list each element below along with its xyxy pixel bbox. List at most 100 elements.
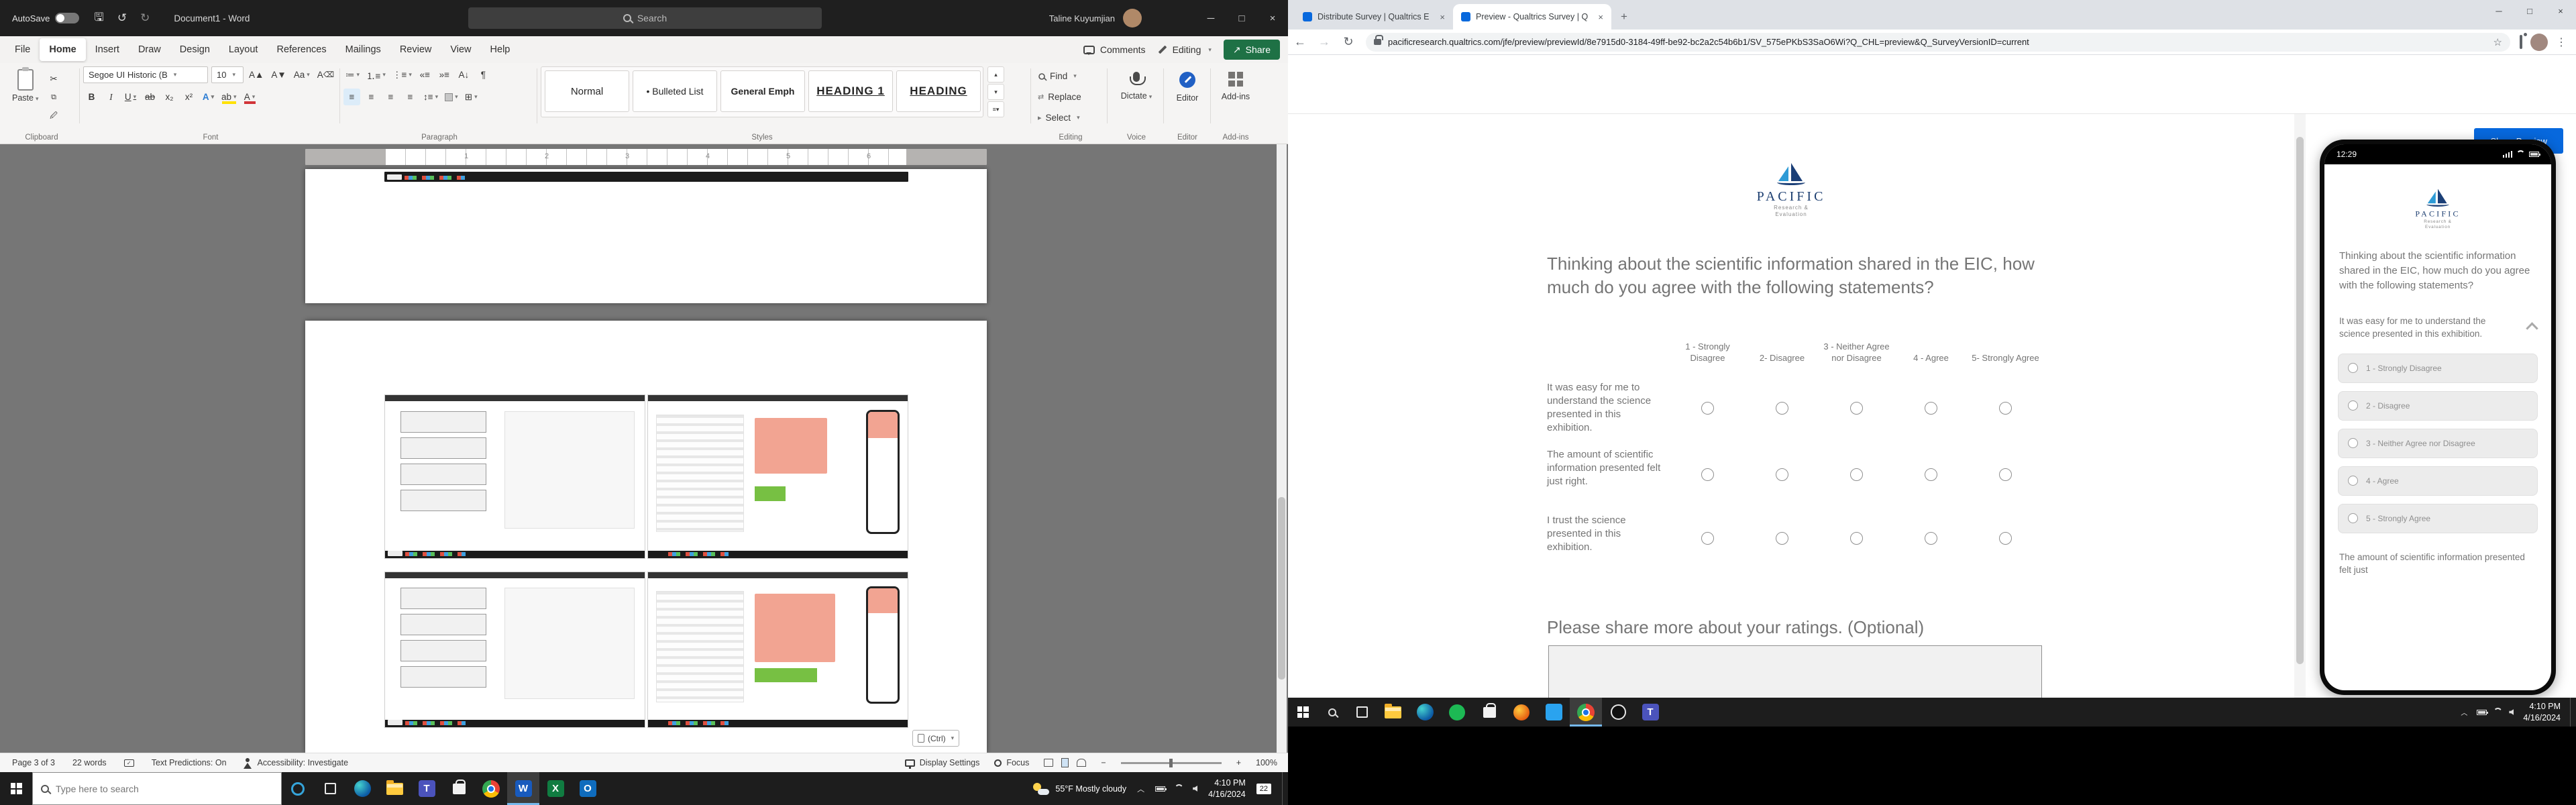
tab-references[interactable]: References [267, 38, 335, 61]
share-button[interactable]: ↗ Share [1224, 40, 1280, 60]
styles-scroll-up-button[interactable]: ▴ [987, 66, 1004, 83]
volume-icon[interactable] [1193, 786, 1197, 792]
format-painter-button[interactable]: 🖉 [46, 108, 62, 125]
embedded-screenshot-image-1[interactable] [384, 394, 908, 559]
numbering-button[interactable]: ⒈≡▾ [364, 66, 388, 83]
styles-more-button[interactable]: ≡▾ [987, 101, 1004, 117]
profile-avatar[interactable] [2530, 34, 2548, 51]
tab-layout[interactable]: Layout [219, 38, 268, 61]
phone-option-4[interactable]: 4 - Agree [2338, 466, 2538, 496]
tab-view[interactable]: View [441, 38, 480, 61]
sort-button[interactable]: A↓ [455, 66, 472, 83]
radio-icon[interactable] [1999, 532, 2012, 545]
italic-button[interactable]: I [103, 89, 119, 105]
font-size-combobox[interactable]: 10▾ [211, 66, 244, 83]
wifi-icon[interactable] [1175, 784, 1183, 793]
reload-button[interactable]: ↻ [1336, 35, 1360, 49]
notification-badge[interactable]: 22 [1256, 784, 1271, 794]
radio-icon[interactable] [1701, 532, 1714, 545]
radio-icon[interactable] [1999, 402, 2012, 415]
zoom-out-button[interactable]: − [1101, 758, 1106, 767]
taskbar-app-store[interactable] [443, 772, 475, 805]
autosave-toggle[interactable] [55, 13, 79, 23]
find-button[interactable]: Find▾ [1036, 68, 1106, 85]
taskbar-app-file-explorer[interactable] [378, 772, 411, 805]
align-left-button[interactable]: ≡ [343, 89, 360, 105]
radio-icon[interactable] [1850, 468, 1863, 481]
taskbar-app-vscode[interactable] [1538, 698, 1570, 727]
wifi-icon[interactable] [2493, 708, 2502, 716]
shrink-font-button[interactable]: A▼ [269, 66, 288, 83]
tab-review[interactable]: Review [390, 38, 441, 61]
taskbar-app-store[interactable] [1473, 698, 1505, 727]
copy-button[interactable]: ⧉ [46, 89, 62, 106]
clear-formatting-button[interactable]: A⌫ [315, 66, 336, 83]
taskbar-app-excel[interactable]: X [539, 772, 572, 805]
tray-expand-icon[interactable]: ︿ [1137, 784, 1144, 794]
minimize-button[interactable]: ─ [2483, 0, 2514, 21]
matrix-radio-r2c2[interactable] [1745, 441, 1819, 507]
phone-option-1[interactable]: 1 - Strongly Disagree [2338, 354, 2538, 383]
zoom-slider-thumb[interactable] [1169, 759, 1173, 767]
matrix-radio-r2c4[interactable] [1894, 441, 1968, 507]
back-button[interactable]: ← [1288, 35, 1312, 49]
radio-icon[interactable] [1776, 468, 1788, 481]
browser-tab-distribute[interactable]: Distribute Survey | Qualtrics E × [1295, 4, 1453, 30]
embedded-screenshot-image-2[interactable] [384, 572, 908, 728]
grow-font-button[interactable]: A▲ [247, 66, 266, 83]
style-bulleted-list[interactable]: • Bulleted List [633, 70, 717, 112]
minimize-button[interactable]: ─ [1195, 0, 1226, 36]
radio-icon[interactable] [2348, 400, 2358, 411]
document-scrollbar[interactable] [1277, 144, 1287, 753]
radio-icon[interactable] [1776, 402, 1788, 415]
taskbar-app-obs[interactable] [1602, 698, 1634, 727]
paste-options-button[interactable]: (Ctrl) ▾ [912, 730, 959, 747]
extensions-button[interactable] [2520, 36, 2522, 48]
taskbar-app-teams[interactable]: T [411, 772, 443, 805]
collapse-chevron-icon[interactable] [2526, 322, 2538, 334]
decrease-indent-button[interactable]: «≡ [417, 66, 433, 83]
align-center-button[interactable]: ≡ [363, 89, 380, 105]
radio-icon[interactable] [2348, 476, 2358, 486]
taskbar-search-input[interactable] [56, 784, 244, 794]
word-search-box[interactable]: Search [468, 7, 822, 29]
word-count[interactable]: 22 words [72, 758, 107, 767]
display-settings-button[interactable]: Display Settings [905, 758, 980, 767]
browser-tab-preview-active[interactable]: Preview - Qualtrics Survey | Q × [1453, 4, 1611, 30]
focus-button[interactable]: Focus [994, 758, 1029, 767]
radio-icon[interactable] [1776, 532, 1788, 545]
bold-button[interactable]: B [83, 89, 100, 105]
zoom-in-button[interactable]: + [1236, 758, 1241, 767]
web-layout-icon[interactable] [1077, 759, 1086, 767]
undo-icon[interactable]: ↺ [117, 11, 127, 25]
cortana-button[interactable] [282, 772, 314, 805]
start-button[interactable] [0, 772, 32, 805]
multilevel-list-button[interactable]: ⋮≡▾ [390, 66, 414, 83]
font-color-button[interactable]: A▾ [241, 89, 258, 105]
align-right-button[interactable]: ≡ [382, 89, 399, 105]
text-effects-button[interactable]: A▾ [200, 89, 217, 105]
document-page-2[interactable] [305, 169, 987, 303]
text-predictions-indicator[interactable]: Text Predictions: On [152, 758, 227, 767]
increase-indent-button[interactable]: »≡ [436, 66, 453, 83]
change-case-button[interactable]: Aa▾ [292, 66, 312, 83]
radio-icon[interactable] [1850, 532, 1863, 545]
font-name-combobox[interactable]: Segoe UI Historic (B▾ [83, 66, 208, 83]
radio-icon[interactable] [1999, 468, 2012, 481]
taskbar-app-edge[interactable] [346, 772, 378, 805]
paste-button[interactable]: Paste▾ [5, 66, 46, 125]
scrollbar-thumb[interactable] [1278, 497, 1285, 680]
show-desktop-button[interactable] [2570, 698, 2572, 727]
taskbar-app-chrome[interactable] [475, 772, 507, 805]
page-indicator[interactable]: Page 3 of 3 [12, 758, 55, 767]
radio-icon[interactable] [1925, 468, 1937, 481]
zoom-slider[interactable] [1121, 762, 1222, 764]
matrix-radio-r2c3[interactable] [1819, 441, 1894, 507]
matrix-radio-r3c3[interactable] [1819, 507, 1894, 569]
matrix-radio-r1c2[interactable] [1745, 374, 1819, 441]
comments-button[interactable]: Comments [1083, 44, 1146, 55]
styles-scroll-down-button[interactable]: ▾ [987, 84, 1004, 100]
style-normal[interactable]: Normal [545, 70, 629, 112]
superscript-button[interactable]: x² [180, 89, 197, 105]
tab-file[interactable]: File [5, 38, 40, 61]
